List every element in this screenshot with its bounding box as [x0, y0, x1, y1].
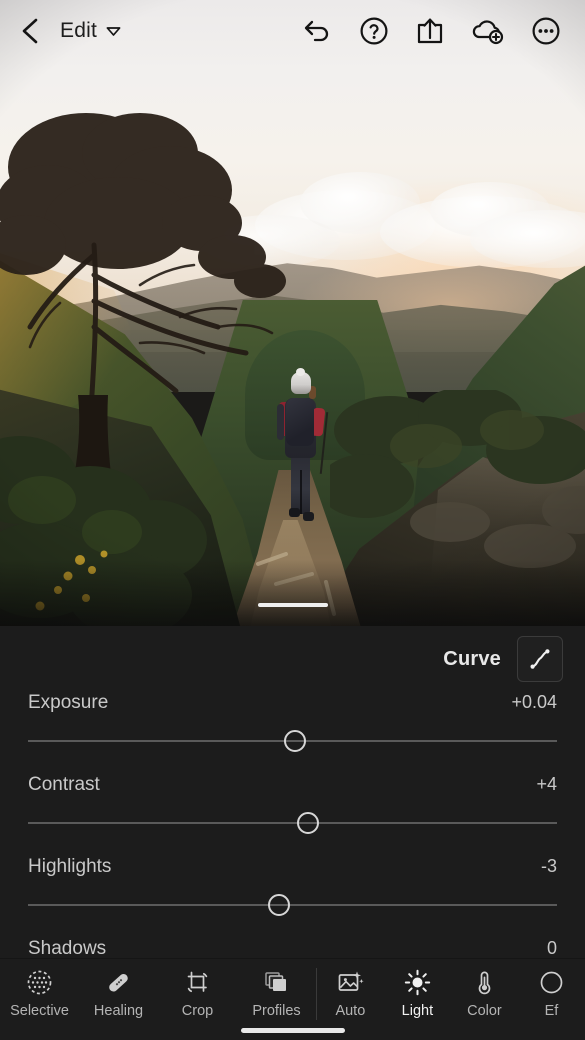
toolbar-item-effects[interactable]: Ef — [518, 959, 585, 1040]
toolbar-item-label: Selective — [10, 1003, 69, 1019]
curve-button[interactable] — [517, 636, 563, 682]
slider-header: Exposure +0.04 — [28, 692, 557, 714]
slider-value: 0 — [546, 938, 557, 958]
top-bar: Edit — [0, 0, 585, 62]
toolbar-item-label: Auto — [335, 1003, 366, 1019]
toolbar-right-group: Auto Light Color Ef — [317, 959, 585, 1040]
curve-label: Curve — [443, 647, 501, 670]
undo-button[interactable] — [303, 18, 333, 44]
undo-arrow-icon — [304, 20, 329, 42]
healing-bandage-icon — [105, 968, 132, 996]
tone-curve-icon — [530, 649, 550, 669]
slider-track — [28, 822, 557, 824]
bottom-toolbar: Selective Healing Crop Profiles Auto Lig… — [0, 958, 585, 1040]
slider-value: +0.04 — [511, 692, 557, 712]
toolbar-item-label: Light — [401, 1003, 434, 1019]
slider-label: Contrast — [28, 774, 100, 795]
chevron-left-icon — [22, 18, 38, 44]
cloud-add-button[interactable] — [471, 17, 505, 45]
slider-track-area[interactable] — [28, 730, 557, 752]
toolbar-item-color[interactable]: Color — [451, 959, 518, 1040]
toolbar-item-light[interactable]: Light — [384, 959, 451, 1040]
slider-highlights: Highlights -3 — [28, 856, 557, 916]
toolbar-item-label: Ef — [544, 1003, 559, 1019]
toolbar-item-healing[interactable]: Healing — [79, 959, 158, 1040]
slider-track — [28, 904, 557, 906]
crop-rotate-icon — [184, 968, 211, 996]
slider-handle[interactable] — [284, 730, 307, 752]
share-button[interactable] — [415, 16, 445, 46]
ellipsis-circle-icon — [532, 17, 560, 45]
profiles-stack-icon — [263, 968, 290, 996]
slider-label: Exposure — [28, 692, 109, 713]
auto-magic-photo-icon — [337, 968, 364, 996]
toolbar-item-label: Color — [467, 1003, 502, 1019]
slider-label: Shadows — [28, 938, 107, 959]
toolbar-item-label: Crop — [181, 1003, 214, 1019]
slider-label: Highlights — [28, 856, 112, 877]
toolbar-item-crop[interactable]: Crop — [158, 959, 237, 1040]
slider-track-area[interactable] — [28, 894, 557, 916]
home-indicator — [240, 1028, 345, 1033]
light-sun-icon — [404, 968, 431, 996]
more-options-button[interactable] — [531, 16, 561, 46]
screen-title-dropdown[interactable]: Edit — [60, 19, 121, 43]
toolbar-item-label: Profiles — [252, 1003, 301, 1019]
top-bar-left-group: Edit — [0, 16, 121, 46]
photo-canvas[interactable] — [0, 0, 585, 626]
chevron-down-icon — [106, 27, 121, 36]
slider-exposure: Exposure +0.04 — [28, 692, 557, 752]
photo-vignette — [0, 0, 585, 626]
slider-header: Highlights -3 — [28, 856, 557, 878]
back-button[interactable] — [18, 16, 44, 46]
slider-track-area[interactable] — [28, 812, 557, 834]
effects-icon — [538, 968, 565, 996]
slider-handle[interactable] — [268, 894, 291, 916]
selective-dots-circle-icon — [26, 968, 53, 996]
slider-contrast: Contrast +4 — [28, 774, 557, 834]
page-title: Edit — [60, 19, 97, 42]
toolbar-item-label: Healing — [93, 1003, 144, 1019]
share-export-icon — [417, 18, 443, 44]
slider-value: +4 — [536, 774, 557, 794]
slider-header: Shadows 0 — [28, 938, 557, 960]
toolbar-item-selective[interactable]: Selective — [0, 959, 79, 1040]
color-thermometer-icon — [471, 968, 498, 996]
question-circle-icon — [360, 17, 388, 45]
photo-page-indicator — [258, 603, 328, 607]
slider-header: Contrast +4 — [28, 774, 557, 796]
curve-row: Curve — [0, 626, 585, 692]
help-button[interactable] — [359, 16, 389, 46]
top-bar-actions — [303, 16, 585, 46]
slider-list: Exposure +0.04 Contrast +4 Highlights -3 — [0, 692, 585, 998]
slider-value: -3 — [540, 856, 557, 876]
slider-handle[interactable] — [297, 812, 320, 834]
cloud-plus-icon — [472, 20, 504, 45]
